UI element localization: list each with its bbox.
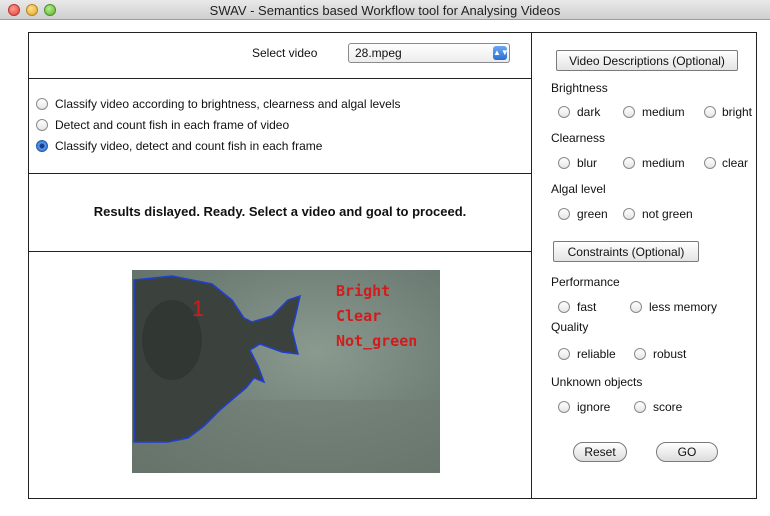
video-scene <box>132 275 440 473</box>
goal-classify-detect-label: Classify video, detect and count fish in… <box>55 139 323 153</box>
goal-detect-radio[interactable] <box>36 119 48 131</box>
window-title: SWAV - Semantics based Workflow tool for… <box>209 3 561 18</box>
unknown-score-label: score <box>653 400 683 414</box>
clearness-medium-label: medium <box>642 156 685 170</box>
go-button[interactable]: GO <box>656 442 718 462</box>
video-dropdown-value: 28.mpeg <box>355 46 402 60</box>
goal-classify-radio[interactable] <box>36 98 48 110</box>
quality-reliable-radio[interactable] <box>558 348 570 360</box>
reset-button[interactable]: Reset <box>573 442 627 462</box>
video-dropdown[interactable]: 28.mpeg ▲▼ <box>348 43 510 63</box>
overlay-algal: Not_green <box>336 332 418 350</box>
constraints-button[interactable]: Constraints (Optional) <box>553 241 699 262</box>
brightness-medium-radio[interactable] <box>623 106 635 118</box>
select-video-label: Select video <box>252 46 318 60</box>
goal-detect-label: Detect and count fish in each frame of v… <box>55 118 290 132</box>
video-frame: 1 Bright Clear Not_green <box>132 270 440 473</box>
chevron-down-icon[interactable]: ▲▼ <box>493 46 509 60</box>
clearness-clear-radio[interactable] <box>704 157 716 169</box>
quality-robust-label: robust <box>653 347 687 361</box>
quality-reliable-label: reliable <box>577 347 616 361</box>
performance-less-memory-label: less memory <box>649 300 718 314</box>
clearness-blur-radio[interactable] <box>558 157 570 169</box>
brightness-bright-label: bright <box>722 105 753 119</box>
status-message: Results dislayed. Ready. Select a video … <box>93 203 467 219</box>
algal-not-green-radio[interactable] <box>623 208 635 220</box>
unknown-objects-label: Unknown objects <box>551 375 643 389</box>
brightness-bright-radio[interactable] <box>704 106 716 118</box>
performance-less-memory-radio[interactable] <box>630 301 642 313</box>
algal-level-label: Algal level <box>551 182 606 196</box>
algal-green-radio[interactable] <box>558 208 570 220</box>
title-bar: SWAV - Semantics based Workflow tool for… <box>0 0 770 20</box>
brightness-medium-label: medium <box>642 105 685 119</box>
brightness-label: Brightness <box>551 81 608 95</box>
unknown-ignore-radio[interactable] <box>558 401 570 413</box>
video-descriptions-button[interactable]: Video Descriptions (Optional) <box>556 50 738 71</box>
clearness-medium-radio[interactable] <box>623 157 635 169</box>
algal-green-label: green <box>577 207 608 221</box>
overlay-brightness: Bright <box>336 282 391 300</box>
unknown-score-radio[interactable] <box>634 401 646 413</box>
overlay-clearness: Clear <box>336 307 382 325</box>
algal-not-green-label: not green <box>642 207 693 221</box>
performance-label: Performance <box>551 275 620 289</box>
quality-robust-radio[interactable] <box>634 348 646 360</box>
clearness-blur-label: blur <box>577 156 598 170</box>
clearness-clear-label: clear <box>722 156 749 170</box>
clearness-label: Clearness <box>551 131 606 145</box>
divider-1 <box>28 78 531 79</box>
quality-label: Quality <box>551 320 589 334</box>
goal-classify-detect-radio[interactable] <box>36 140 48 152</box>
unknown-ignore-label: ignore <box>577 400 611 414</box>
fish-count-label: 1 <box>192 296 205 321</box>
brightness-dark-label: dark <box>577 105 601 119</box>
goal-classify-label: Classify video according to brightness, … <box>55 97 401 111</box>
performance-fast-radio[interactable] <box>558 301 570 313</box>
performance-fast-label: fast <box>577 300 597 314</box>
brightness-dark-radio[interactable] <box>558 106 570 118</box>
right-panel-divider <box>531 32 532 499</box>
